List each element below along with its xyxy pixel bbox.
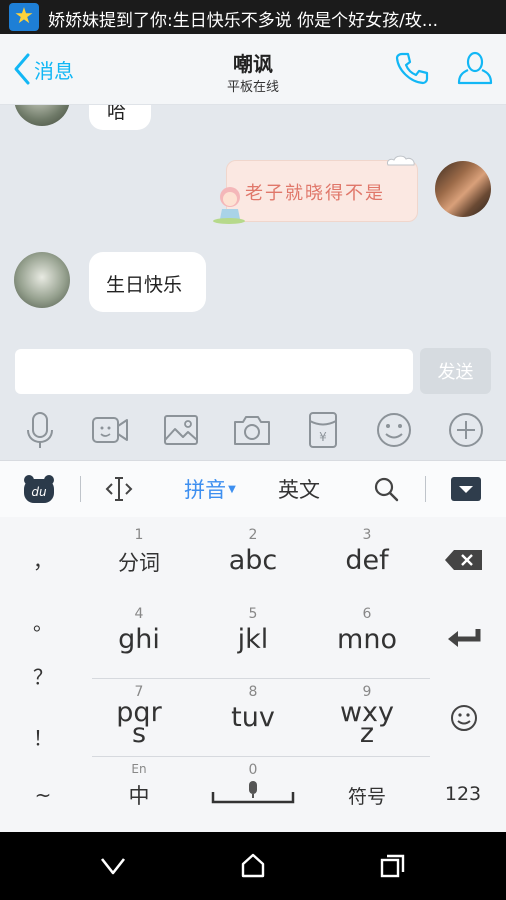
online-status: 平板在线 (226, 80, 279, 95)
baidu-bear-icon: du (24, 475, 54, 503)
baidu-logo-button[interactable]: du (16, 461, 62, 517)
key-9[interactable]: 9 wxy z (310, 684, 424, 749)
android-nav-bar (0, 832, 506, 900)
phone-icon[interactable] (394, 50, 430, 86)
profile-icon[interactable] (456, 50, 494, 88)
symbol-key-comma[interactable]: ， (0, 545, 86, 574)
pinyin-mode-button[interactable]: 拼音 ▼ (170, 461, 250, 517)
key-number: 3 (362, 527, 372, 543)
symbol-key-period[interactable]: 。 (0, 607, 86, 636)
pinyin-label: 拼音 (184, 478, 227, 502)
space-key[interactable]: 0 (196, 762, 310, 810)
ime-toolbar: du 拼音 ▼ 英文 (0, 460, 506, 518)
key-2[interactable]: 2 abc (196, 527, 310, 576)
key-number: 1 (134, 527, 144, 543)
key-label: jkl (237, 624, 269, 655)
cursor-move-icon (105, 477, 133, 501)
space-voice-icon (211, 781, 295, 804)
chat-title: 嘲讽 (233, 52, 273, 76)
svg-text:¥: ¥ (319, 430, 327, 444)
camera-icon[interactable] (232, 410, 272, 450)
key-number: 2 (248, 527, 258, 543)
message-text: 老子就晓得不是 (245, 183, 385, 204)
notification-text[interactable]: 娇娇妹提到了你:生日快乐不多说 你是个好女孩/玫... (48, 6, 498, 31)
key-number: 8 (248, 684, 258, 700)
key-1[interactable]: 1 分词 (82, 527, 196, 577)
key-number: 4 (134, 606, 144, 622)
message-bubble[interactable]: 生日快乐 (89, 252, 206, 312)
hide-keyboard-button[interactable] (446, 461, 486, 517)
key-label: mno (337, 624, 397, 655)
avatar[interactable] (14, 252, 70, 308)
collapse-keyboard-icon (451, 477, 481, 501)
emoji-key-icon[interactable] (449, 703, 479, 733)
key-label: 符号 (347, 786, 386, 808)
search-button[interactable] (364, 461, 408, 517)
emoji-icon[interactable] (374, 410, 414, 450)
red-packet-icon[interactable]: ¥ (303, 410, 343, 450)
divider (425, 476, 426, 502)
back-nav-icon[interactable] (99, 856, 127, 876)
chinese-lang-key[interactable]: En 中 (82, 762, 196, 810)
cursor-move-button[interactable] (96, 461, 142, 517)
recents-nav-icon[interactable] (380, 854, 406, 878)
ime-keyboard: ， 。 ？ ！ ~ 1 分词 2 abc 3 def 4 ghi 5 jkl 6… (0, 517, 506, 832)
row-divider (92, 678, 430, 679)
key-number: 6 (362, 606, 372, 622)
send-button[interactable]: 发送 (420, 348, 491, 394)
key-6[interactable]: 6 mno (310, 606, 424, 655)
key-label: abc (228, 545, 278, 576)
key-7[interactable]: 7 pqr s (82, 684, 196, 749)
star-notification-icon: ★ (9, 3, 39, 31)
avatar[interactable] (435, 161, 491, 217)
key-label: pqr s (116, 697, 162, 749)
numbers-key[interactable]: 123 (430, 783, 496, 805)
video-icon[interactable] (90, 410, 130, 450)
message-text: 哈 (107, 105, 127, 123)
message-text: 生日快乐 (106, 274, 183, 296)
message-bubble[interactable]: 哈 (89, 105, 151, 130)
avatar[interactable] (14, 105, 70, 126)
key-8[interactable]: 8 tuv (196, 684, 310, 733)
cloud-decoration-icon (387, 155, 415, 166)
key-3[interactable]: 3 def (310, 527, 424, 576)
backspace-icon[interactable] (444, 549, 484, 571)
chat-header: 消息 嘲讽 平板在线 (0, 34, 506, 105)
row-divider (92, 756, 430, 757)
search-icon (374, 477, 399, 502)
plus-icon[interactable] (446, 410, 486, 450)
english-mode-button[interactable]: 英文 (266, 461, 332, 517)
status-bar: ★ 娇娇妹提到了你:生日快乐不多说 你是个好女孩/玫... (0, 0, 506, 34)
cartoon-girl-icon (213, 187, 245, 224)
svg-text:du: du (31, 485, 47, 499)
image-icon[interactable] (161, 410, 201, 450)
key-5[interactable]: 5 jkl (196, 606, 310, 655)
message-list[interactable]: 哈 老子就晓得不是 生日快乐 (0, 105, 506, 345)
divider (80, 476, 81, 502)
key-label: def (345, 545, 389, 576)
key-number: 0 (248, 762, 258, 778)
symbol-key-question[interactable]: ？ (0, 661, 86, 690)
microphone-icon[interactable] (20, 410, 60, 450)
message-bubble-sticker[interactable]: 老子就晓得不是 (226, 160, 418, 222)
symbol-key-exclaim[interactable]: ！ (0, 722, 86, 751)
caret-down-icon: ▼ (228, 483, 236, 495)
key-label: 中 (128, 784, 150, 808)
key-4[interactable]: 4 ghi (82, 606, 196, 655)
message-input[interactable] (15, 349, 413, 394)
key-label: 分词 (118, 551, 160, 575)
key-label: tuv (231, 702, 275, 733)
key-label: wxy z (339, 697, 395, 749)
key-label: ghi (118, 624, 160, 655)
key-number: 5 (248, 606, 258, 622)
symbol-key-tilde[interactable]: ~ (0, 783, 86, 807)
home-nav-icon[interactable] (240, 852, 266, 878)
key-small-label: En (131, 762, 147, 776)
enter-icon[interactable] (446, 627, 482, 649)
symbols-key[interactable]: 符号 (310, 782, 424, 809)
